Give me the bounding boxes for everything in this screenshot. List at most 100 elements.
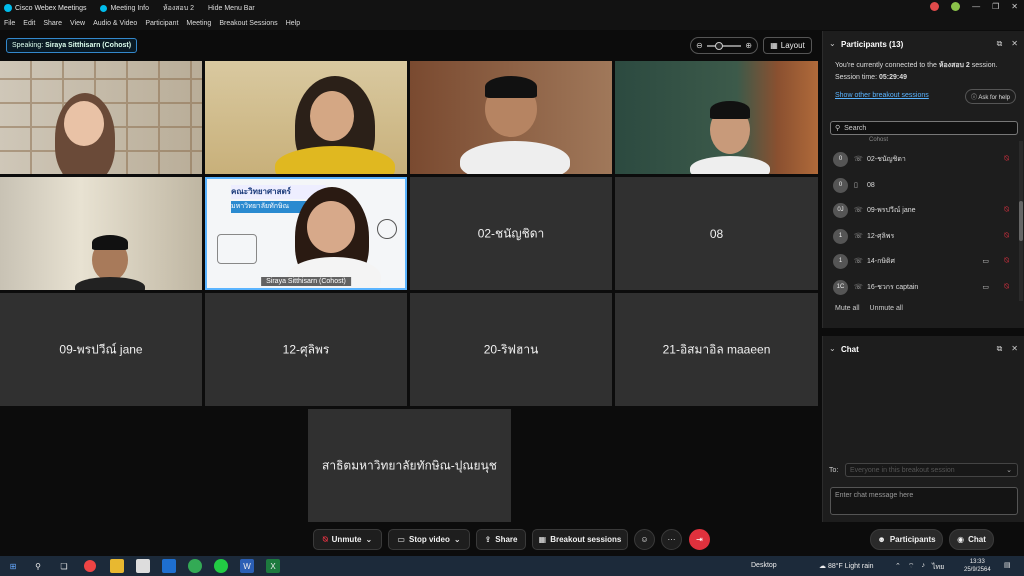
zoom-in-icon[interactable]: ⊕ [745,41,752,50]
participant-row[interactable]: 1C ☏ 16-ชวกร captain ▭ ⍉ [833,279,1009,295]
menu-help[interactable]: Help [286,20,300,27]
store-icon[interactable] [136,559,150,573]
notification-icon[interactable]: ▤ [1004,561,1011,569]
participant-tile-school[interactable]: สาธิตมหาวิทยาลัยทักษิณ-ปุณยนุช [308,409,511,522]
unmute-all-button[interactable]: Unmute all [870,305,903,312]
line-icon[interactable] [214,559,228,573]
menu-breakout-sessions[interactable]: Breakout Sessions [219,20,277,27]
participant-row[interactable]: 0 ▯ 08 [833,177,1009,193]
muted-mic-icon[interactable]: ⍉ [1004,282,1009,292]
pop-out-icon[interactable]: ⧉ [997,39,1003,49]
zoom-knob[interactable] [714,41,723,50]
video-camera-icon: ▭ [982,284,989,291]
ask-for-help-button[interactable]: ⓘ Ask for help [964,89,1016,104]
participants-panel: ⌄ Participants (13) ⧉ ✕ You're currently… [822,31,1024,328]
participant-row[interactable]: 1 ☏ 12-ศุลิพร ⍉ [833,228,1009,244]
ask-for-help-label: Ask for help [978,95,1010,101]
mail-icon[interactable] [162,559,176,573]
weather-widget[interactable]: ☁ 88°F Light rain [819,562,874,570]
participant-row[interactable]: 0J ☏ 09-พรปวีณ์ jane ⍉ [833,202,1009,218]
search-input[interactable]: ⚲ Search [830,121,1018,135]
restore-icon[interactable]: ❐ [992,2,999,11]
participant-tile-20[interactable]: 20-ริฟฮาน [410,293,612,406]
wifi-icon[interactable]: ⌔ [908,562,915,573]
collapse-chevron-icon[interactable]: ⌄ [829,344,836,353]
zoom-track[interactable] [706,41,742,50]
close-icon[interactable]: ✕ [1011,2,1018,11]
video-tile-4[interactable] [615,61,818,174]
menu-view[interactable]: View [70,20,85,27]
participants-scrollbar[interactable] [1019,141,1023,301]
pop-out-icon[interactable]: ⧉ [997,344,1003,354]
share-button[interactable]: ⇪ Share [476,529,526,550]
language-indicator[interactable]: ไทย [932,562,944,573]
collapse-chevron-icon[interactable]: ⌄ [829,39,836,48]
stop-video-button[interactable]: ▭ Stop video ⌄ [388,529,470,550]
video-tile-3[interactable] [410,61,612,174]
search-placeholder: Search [844,124,867,132]
muted-mic-icon[interactable]: ⍉ [1004,231,1009,241]
phone-icon: ▯ [854,182,858,189]
participant-row[interactable]: 0 ☏ 02-ชนัญชิดา ⍉ [833,151,1009,167]
muted-mic-icon[interactable]: ⍉ [1004,256,1009,266]
muted-mic-icon[interactable]: ⍉ [1004,205,1009,215]
zoom-out-icon[interactable]: ⊖ [696,41,703,50]
zoom-slider[interactable]: ⊖ ⊕ [690,37,758,54]
system-clock[interactable]: 13:33 25/9/2564 [964,558,991,574]
chat-recipient-select[interactable]: Everyone in this breakout session ⌄ [845,463,1018,477]
menu-participant[interactable]: Participant [145,20,178,27]
chat-toggle-button[interactable]: ◉ Chat [949,529,994,550]
leave-meeting-button[interactable]: ⇥ [689,529,710,550]
chrome-icon[interactable] [84,560,96,572]
participant-tile-12[interactable]: 12-ศุลิพร [205,293,407,406]
video-tile-1[interactable] [0,61,202,174]
profile-avatar[interactable] [930,2,940,11]
meeting-info-button[interactable]: Meeting Info [100,4,149,12]
unmute-button[interactable]: ⍉ Unmute ⌄ [313,529,382,550]
participant-tile-09[interactable]: 09-พรปวีณ์ jane [0,293,202,406]
participant-tile-08[interactable]: 08 [615,177,818,290]
close-icon[interactable]: ✕ [1011,39,1018,49]
minimize-icon[interactable]: — [972,2,980,11]
excel-icon[interactable]: X [266,559,280,573]
task-view-icon[interactable]: ❏ [57,559,71,573]
speaking-indicator: Speaking: Siraya Sitthisarn (Cohost) [6,38,138,53]
show-other-sessions-link[interactable]: Show other breakout sessions [835,92,929,99]
chat-to-label: To: [829,467,839,474]
close-icon[interactable]: ✕ [1011,344,1018,354]
participant-tile-21[interactable]: 21-อิสมาอิล maaeen [615,293,818,406]
chevron-up-icon[interactable]: ⌃ [895,562,901,573]
hide-menu-bar-button[interactable]: Hide Menu Bar [208,5,255,12]
reactions-button[interactable]: ☺ [634,529,655,550]
avatar: 1 [833,253,848,269]
status-avatar[interactable] [951,2,961,11]
chat-message-input[interactable]: Enter chat message here [830,487,1018,515]
desktop-toolbar[interactable]: Desktop [751,562,777,569]
muted-mic-icon[interactable]: ⍉ [1004,154,1009,164]
webex-taskbar-icon[interactable] [188,559,202,573]
windows-start-icon[interactable]: ⊞ [6,559,20,573]
more-options-button[interactable]: ··· [661,529,682,550]
menu-share[interactable]: Share [43,20,62,27]
chat-title: Chat [841,345,859,354]
participant-hair [485,76,537,98]
file-explorer-icon[interactable] [110,559,124,573]
video-tile-active-speaker[interactable]: คณะวิทยาศาสตร์ มหาวิทยาลัยทักษิณ Siraya … [205,177,407,290]
menu-audio-video[interactable]: Audio & Video [93,20,137,27]
menu-edit[interactable]: Edit [23,20,35,27]
video-camera-icon: ▭ [982,258,989,265]
menu-file[interactable]: File [4,20,15,27]
mute-all-button[interactable]: Mute all [835,305,860,312]
volume-icon[interactable]: ♪ [921,562,925,573]
video-tile-2[interactable] [205,61,407,174]
word-icon[interactable]: W [240,559,254,573]
scroll-thumb[interactable] [1019,201,1023,241]
search-icon[interactable]: ⚲ [31,559,45,573]
participants-toggle-button[interactable]: ☻ Participants [870,529,943,550]
layout-button[interactable]: ▦ Layout [763,37,812,54]
video-tile-5[interactable] [0,177,202,290]
participant-row[interactable]: 1 ☏ 14-กษิดิศ ▭ ⍉ [833,253,1009,269]
menu-meeting[interactable]: Meeting [186,20,211,27]
breakout-sessions-button[interactable]: ▦ Breakout sessions [532,529,628,550]
participant-tile-02[interactable]: 02-ชนัญชิดา [410,177,612,290]
